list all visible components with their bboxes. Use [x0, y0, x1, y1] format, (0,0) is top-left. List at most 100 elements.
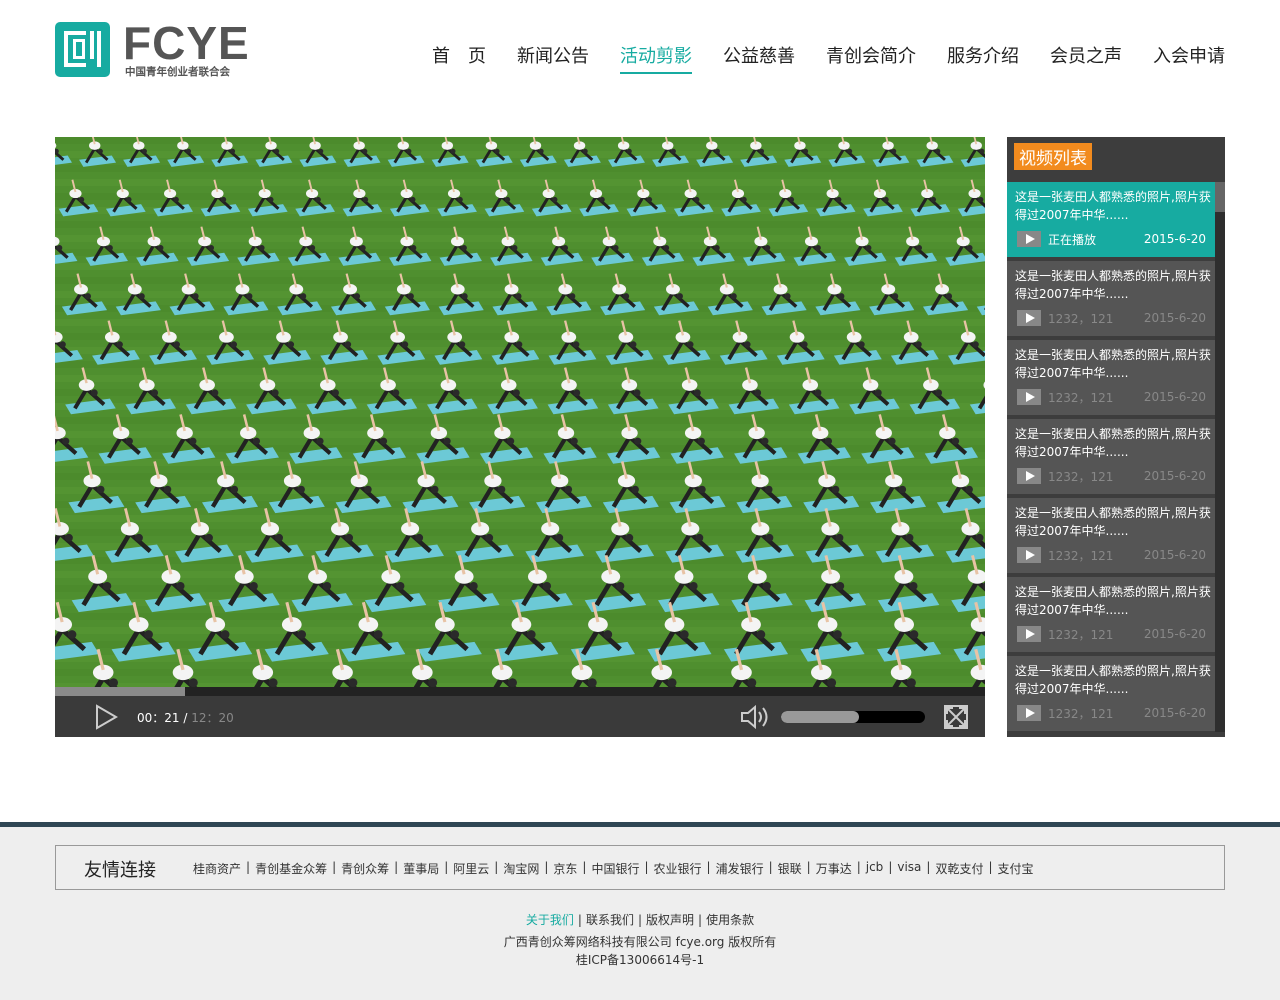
- video-still-image: [55, 137, 985, 687]
- playlist-item-date: 2015-6-20: [1143, 469, 1206, 483]
- playlist-item-date: 2015-6-20: [1143, 311, 1206, 325]
- site-logo[interactable]: FCYE 中国青年创业者联合会: [55, 20, 249, 78]
- footer-nav-link[interactable]: 版权声明: [646, 913, 694, 927]
- nav-item-2[interactable]: 活动剪影: [620, 42, 692, 74]
- playlist-item-title: 这是一张麦田人都熟悉的照片,照片获得过2007年中华......: [1015, 506, 1211, 538]
- friend-link[interactable]: 董事局: [403, 860, 439, 877]
- video-play-icon: [1017, 310, 1041, 326]
- fullscreen-icon[interactable]: [943, 704, 969, 730]
- friend-link[interactable]: 农业银行: [654, 860, 702, 877]
- playlist-item-title: 这是一张麦田人都熟悉的照片,照片获得过2007年中华......: [1015, 348, 1211, 380]
- video-play-icon: [1017, 705, 1041, 721]
- playlist-item-title: 这是一张麦田人都熟悉的照片,照片获得过2007年中华......: [1015, 664, 1211, 696]
- friend-link[interactable]: 双乾支付: [935, 860, 983, 877]
- site-header: FCYE 中国青年创业者联合会 首 页新闻公告 活动剪影 公益慈善 青创会简介 服务介绍…: [0, 0, 1280, 110]
- play-icon[interactable]: [93, 704, 119, 730]
- link-separator: |: [444, 860, 449, 874]
- playlist-item-date: 2015-6-20: [1143, 627, 1206, 641]
- playlist-item[interactable]: 这是一张麦田人都熟悉的照片,照片获得过2007年中华...... 1232，121…: [1007, 498, 1215, 573]
- link-separator: |: [988, 860, 993, 874]
- friend-link[interactable]: visa: [897, 860, 921, 877]
- playlist-item[interactable]: 这是一张麦田人都熟悉的照片,照片获得过2007年中华...... 1232，121…: [1007, 577, 1215, 652]
- progress-bar[interactable]: [55, 687, 985, 696]
- playlist-item-title: 这是一张麦田人都熟悉的照片,照片获得过2007年中华......: [1015, 269, 1211, 301]
- current-time: 00：21 /: [137, 711, 188, 725]
- link-separator: |: [926, 860, 931, 874]
- friend-link[interactable]: 支付宝: [998, 860, 1034, 877]
- footer-nav: 关于我们 | 联系我们 | 版权声明 | 使用条款: [0, 911, 1280, 928]
- playlist-item[interactable]: 这是一张麦田人都熟悉的照片,照片获得过2007年中华...... 1232，121…: [1007, 656, 1215, 731]
- playlist-item-date: 2015-6-20: [1143, 232, 1206, 246]
- link-separator: |: [806, 860, 811, 874]
- playlist-scrollbar[interactable]: [1215, 182, 1225, 732]
- friend-links-box: 友情连接 桂商资产 | 青创基金众筹 | 青创众筹 | 董事局 | 阿里云 | 淘宝网 | 京东 | 中国银…: [55, 845, 1225, 890]
- playlist-item-title: 这是一张麦田人都熟悉的照片,照片获得过2007年中华......: [1015, 427, 1211, 459]
- video-play-icon: [1017, 547, 1041, 563]
- playlist-item[interactable]: 这是一张麦田人都熟悉的照片,照片获得过2007年中华...... 1232，121…: [1007, 261, 1215, 336]
- volume-icon[interactable]: [739, 704, 771, 730]
- nav-item-1[interactable]: 新闻公告: [517, 42, 589, 74]
- link-separator: |: [706, 860, 711, 874]
- playlist-item[interactable]: 这是一张麦田人都熟悉的照片,照片获得过2007年中华...... 1232，121…: [1007, 419, 1215, 494]
- main-nav: 首 页新闻公告 活动剪影 公益慈善 青创会简介 服务介绍 会员之声 入会申请: [401, 42, 1225, 74]
- nav-item-0[interactable]: 首 页: [432, 42, 486, 74]
- site-footer: 友情连接 桂商资产 | 青创基金众筹 | 青创众筹 | 董事局 | 阿里云 | 淘宝网 | 京东 | 中国银…: [0, 822, 1280, 1000]
- link-separator: |: [644, 860, 649, 874]
- playlist-item-meta: 1232，121: [1048, 470, 1114, 484]
- friend-link[interactable]: 阿里云: [453, 860, 489, 877]
- footer-nav-link[interactable]: 关于我们: [526, 913, 574, 927]
- link-separator: |: [888, 860, 893, 874]
- playlist-item-date: 2015-6-20: [1143, 390, 1206, 404]
- video-frame[interactable]: [55, 137, 985, 687]
- playlist-item-date: 2015-6-20: [1143, 548, 1206, 562]
- friend-link[interactable]: 青创基金众筹: [255, 860, 327, 877]
- playlist-item-meta: 1232，121: [1048, 549, 1114, 563]
- footer-nav-link[interactable]: 使用条款: [706, 913, 754, 927]
- progress-fill: [55, 687, 186, 696]
- friend-link[interactable]: 青创众筹: [341, 860, 389, 877]
- playlist-item-meta: 1232，121: [1048, 391, 1114, 405]
- nav-item-6[interactable]: 会员之声: [1050, 42, 1122, 74]
- video-playlist: 视频列表 这是一张麦田人都熟悉的照片,照片获得过2007年中华...... 正在播…: [1007, 137, 1225, 737]
- playlist-item-meta: 1232，121: [1048, 707, 1114, 721]
- friend-link[interactable]: 浦发银行: [716, 860, 764, 877]
- playlist-scroll-thumb[interactable]: [1215, 182, 1225, 212]
- playlist-item-title: 这是一张麦田人都熟悉的照片,照片获得过2007年中华......: [1015, 190, 1211, 222]
- nav-item-3[interactable]: 公益慈善: [723, 42, 795, 74]
- nav-item-5[interactable]: 服务介绍: [947, 42, 1019, 74]
- playlist-item[interactable]: 这是一张麦田人都熟悉的照片,照片获得过2007年中华...... 1232，121…: [1007, 340, 1215, 415]
- playlist-item-meta: 1232，121: [1048, 312, 1114, 326]
- time-display: 00：21 / 12：20: [137, 709, 234, 726]
- playlist-item-meta: 正在播放: [1048, 233, 1097, 247]
- friend-link[interactable]: 银联: [778, 860, 802, 877]
- friend-link[interactable]: 淘宝网: [503, 860, 539, 877]
- playlist-item-meta: 1232，121: [1048, 628, 1114, 642]
- copyright-block: 广西青创众筹网络科技有限公司 fcye.org 版权所有 桂ICP备130066…: [0, 933, 1280, 969]
- player-controls: 00：21 / 12：20: [55, 696, 985, 737]
- footer-nav-separator: |: [698, 913, 703, 927]
- link-separator: |: [246, 860, 251, 874]
- copyright-text: 广西青创众筹网络科技有限公司 fcye.org 版权所有: [503, 935, 777, 949]
- footer-nav-link[interactable]: 联系我们: [586, 913, 634, 927]
- friend-link[interactable]: 京东: [553, 860, 577, 877]
- footer-nav-separator: |: [577, 913, 582, 927]
- volume-fill: [781, 711, 859, 723]
- nav-item-4[interactable]: 青创会简介: [826, 42, 916, 74]
- playlist-item[interactable]: 这是一张麦田人都熟悉的照片,照片获得过2007年中华...... 正在播放 2015…: [1007, 182, 1215, 257]
- total-time: 12：20: [187, 711, 234, 725]
- friend-link[interactable]: jcb: [866, 860, 884, 877]
- nav-item-7[interactable]: 入会申请: [1153, 42, 1225, 74]
- friend-link[interactable]: 万事达: [816, 860, 852, 877]
- video-play-icon: [1017, 231, 1041, 247]
- video-play-icon: [1017, 626, 1041, 642]
- volume-slider[interactable]: [781, 711, 925, 723]
- friend-links: 桂商资产 | 青创基金众筹 | 青创众筹 | 董事局 | 阿里云 | 淘宝网 | 京东 | 中国银行 | 农业银…: [193, 860, 1034, 877]
- playlist-item-date: 2015-6-20: [1143, 706, 1206, 720]
- link-separator: |: [494, 860, 499, 874]
- link-separator: |: [544, 860, 549, 874]
- logo-mark-icon: [55, 22, 110, 77]
- friend-link[interactable]: 中国银行: [591, 860, 639, 877]
- footer-nav-separator: |: [637, 913, 643, 927]
- logo-text: FCYE: [123, 17, 250, 69]
- friend-link[interactable]: 桂商资产: [193, 860, 241, 877]
